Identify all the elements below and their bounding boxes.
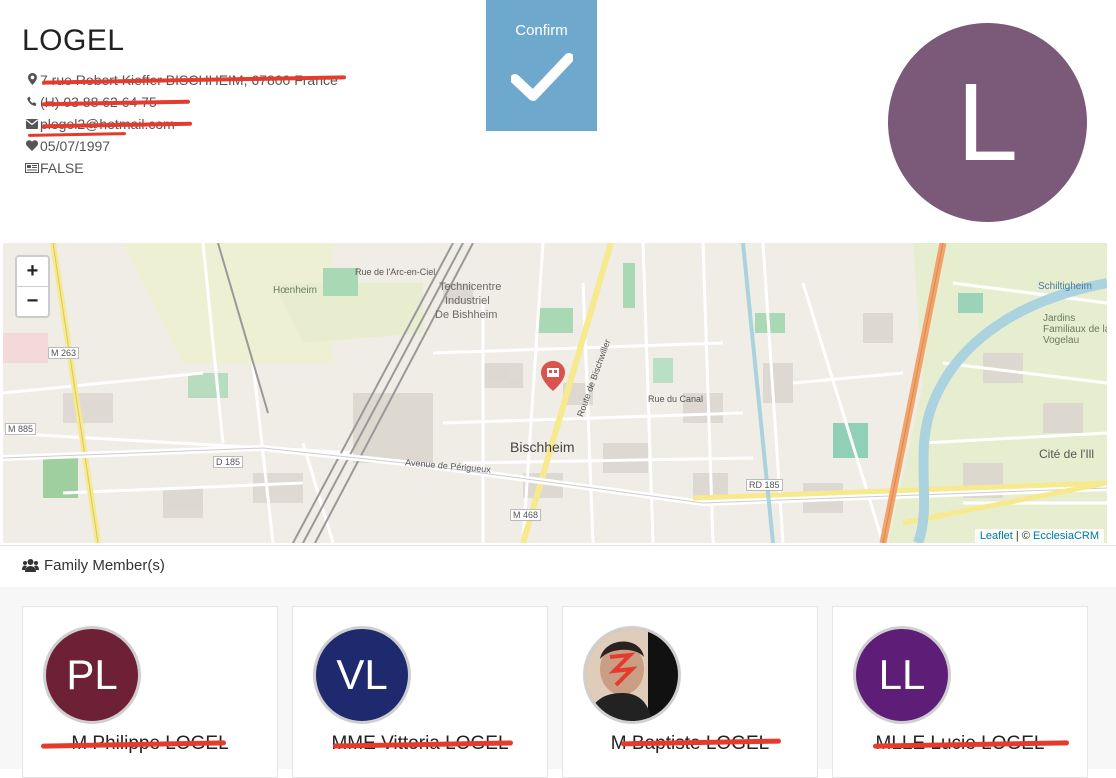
confirm-button[interactable]: Confirm: [486, 0, 597, 131]
flag-row: FALSE: [24, 158, 338, 180]
attribution-sep: | ©: [1012, 530, 1033, 542]
member-avatar: PL: [43, 626, 141, 724]
confirm-label: Confirm: [515, 22, 568, 39]
map-label-cite: Cité de l'Ill: [1039, 447, 1094, 461]
heart-icon: [24, 137, 40, 158]
email-row: plogel2@hotmail.com: [24, 114, 338, 137]
family-avatar: L: [888, 23, 1087, 222]
map-label-d185: D 185: [213, 456, 244, 468]
map-label-debish: De Bishheim: [435, 309, 498, 321]
zoom-control: + −: [15, 255, 50, 318]
flag-value: FALSE: [40, 160, 84, 176]
map-label-m263: M 263: [48, 347, 80, 359]
wedding-row: 05/07/1997: [24, 136, 338, 158]
family-title: LOGEL: [22, 24, 125, 57]
member-card[interactable]: LL MLLE Lucie LOGEL: [832, 606, 1088, 778]
family-map[interactable]: Hœnheim Technicentre Industriel De Bishh…: [3, 243, 1107, 543]
member-avatar: LL: [853, 626, 951, 724]
wedding-date: 05/07/1997: [40, 138, 111, 154]
map-tiles[interactable]: [3, 243, 1107, 543]
member-card[interactable]: PL M Philippe LOGEL: [22, 606, 278, 778]
member-cards: PL M Philippe LOGEL VL MME Vittoria LOGE…: [0, 587, 1116, 778]
users-icon: [22, 558, 39, 577]
zoom-in-button[interactable]: +: [17, 257, 48, 286]
map-label-technicentre: Technicentre: [439, 281, 502, 293]
family-members-header: Family Member(s): [0, 545, 1116, 588]
leaflet-link[interactable]: Leaflet: [980, 530, 1013, 542]
member-card[interactable]: M Baptiste LOGEL: [562, 606, 818, 778]
address-row: 7 rue Robert Kieffer BISCHHEIM, 67800 Fr…: [24, 70, 347, 92]
phone-icon: [24, 93, 40, 114]
photo-image: [586, 629, 678, 721]
map-label-rue-canal: Rue du Canal: [648, 394, 704, 404]
map-label-m468: M 468: [510, 509, 542, 521]
member-card[interactable]: VL MME Vittoria LOGEL: [292, 606, 548, 778]
phone-row: (H) 03 88 62 64 75: [24, 92, 338, 114]
map-label-schiltigheim: Schiltigheim: [1038, 281, 1092, 292]
map-label-rue-arc: Rue de l'Arc-en-Ciel: [355, 267, 436, 277]
map-marker-icon: [24, 71, 40, 92]
zoom-out-button[interactable]: −: [17, 286, 48, 316]
map-attribution: Leaflet | © EcclesiaCRM: [974, 529, 1104, 543]
family-info: 7 rue Robert Kieffer BISCHHEIM, 67800 Fr…: [24, 70, 347, 180]
map-label-rd185: RD 185: [746, 479, 783, 491]
map-label-jardins: Jardins Familiaux de la Vogelau: [1043, 313, 1107, 346]
map-label-bischheim: Bischheim: [510, 439, 575, 455]
member-photo: [583, 626, 681, 724]
member-avatar: VL: [313, 626, 411, 724]
ecclesiacrm-link[interactable]: EcclesiaCRM: [1033, 530, 1099, 542]
map-label-m885: M 885: [5, 423, 37, 435]
map-label-industriel: Industriel: [445, 295, 490, 307]
newspaper-icon: [24, 159, 40, 180]
map-label-hoenheim: Hœnheim: [273, 285, 317, 296]
checkmark-icon: [511, 53, 573, 101]
section-title: Family Member(s): [44, 557, 165, 574]
